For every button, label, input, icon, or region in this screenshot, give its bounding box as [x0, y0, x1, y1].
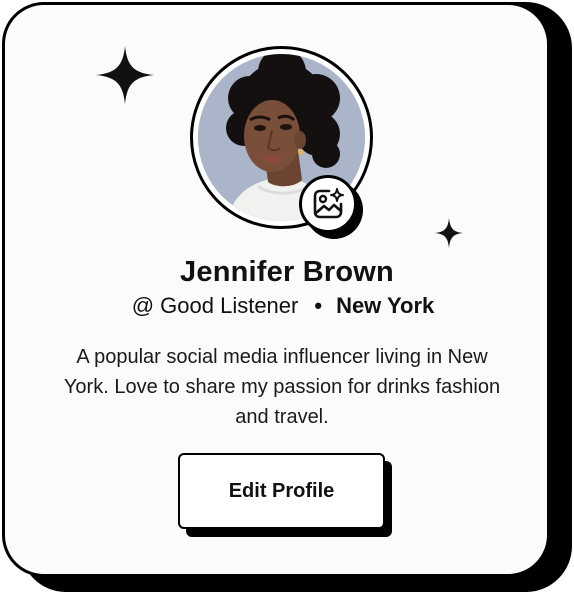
sparkle-icon	[96, 46, 154, 104]
image-sparkle-icon	[313, 188, 344, 219]
edit-profile-label: Edit Profile	[228, 479, 335, 502]
edit-photo-button[interactable]	[299, 175, 357, 233]
profile-stage: Jennifer Brown @ Good Listener • New York …	[0, 0, 574, 601]
profile-name: Jennifer Brown	[180, 256, 394, 288]
profile-handle: @ Good Listener	[131, 293, 299, 318]
sparkle-icon	[435, 218, 463, 248]
profile-location: New York	[336, 293, 435, 318]
profile-meta: @ Good Listener • New York	[0, 293, 566, 319]
profile-bio: A popular social media influencer living…	[63, 346, 501, 428]
edit-profile-button[interactable]: Edit Profile	[178, 453, 385, 529]
meta-separator: •	[314, 293, 323, 318]
